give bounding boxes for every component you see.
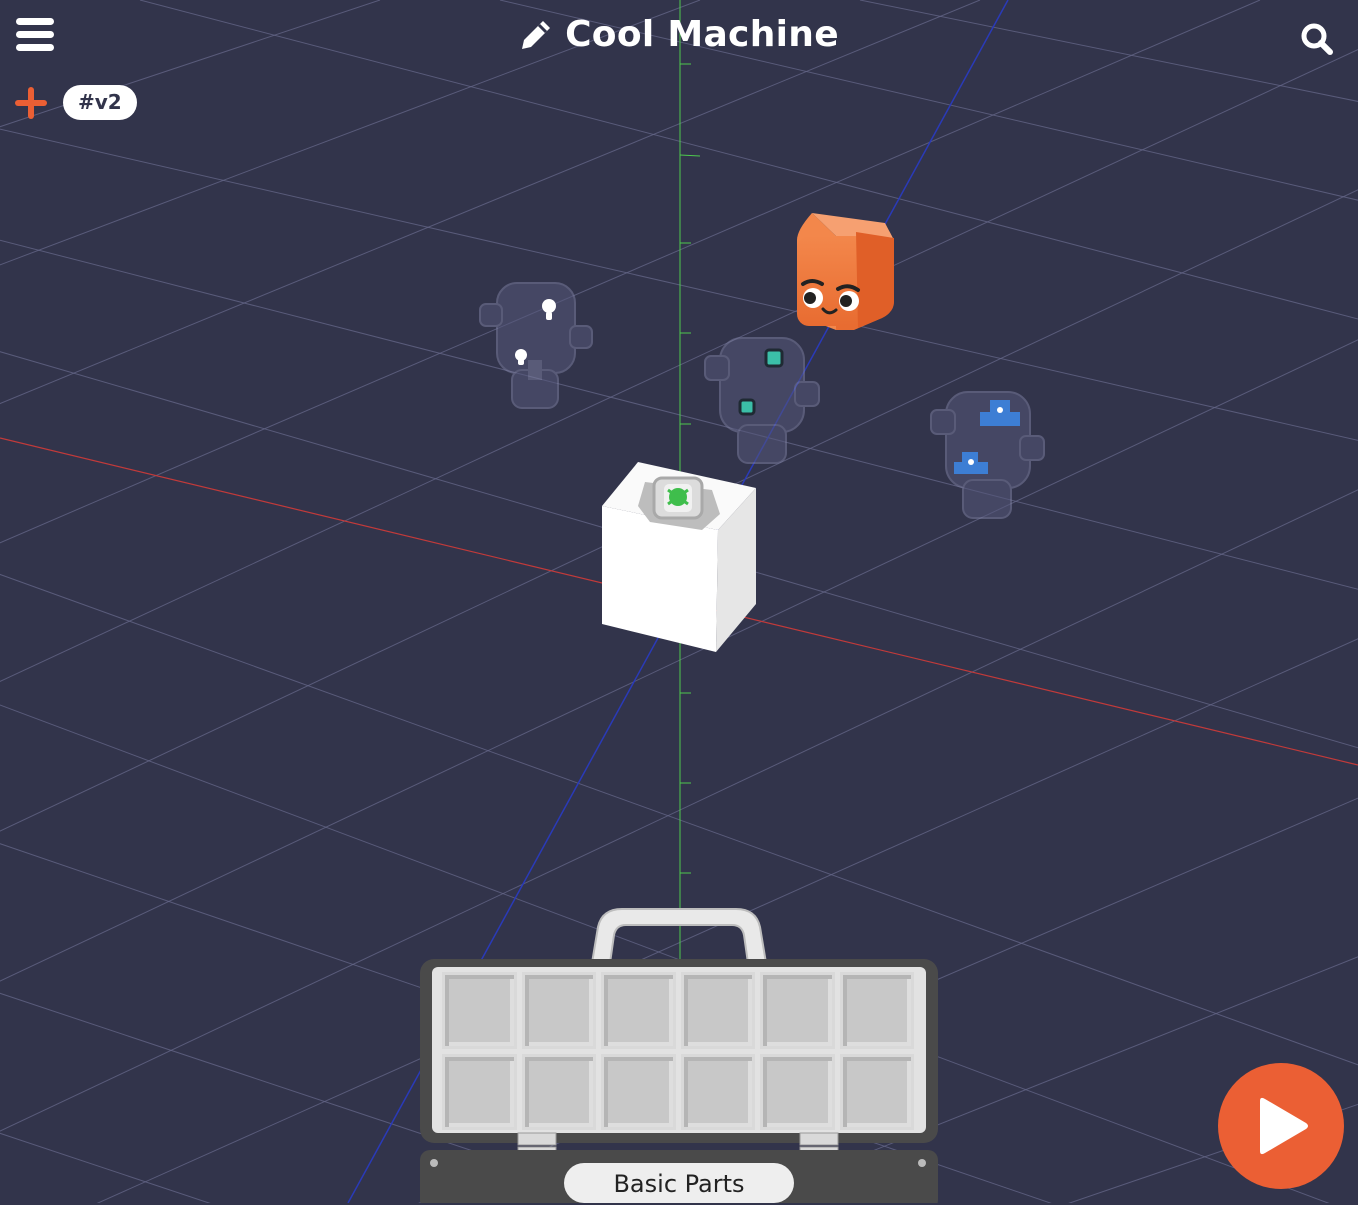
ghost-lightbulb-part bbox=[479, 282, 593, 409]
toolbox-slot[interactable] bbox=[680, 1053, 755, 1130]
toolbox-slot[interactable] bbox=[839, 1053, 914, 1130]
machine-title: Cool Machine bbox=[565, 14, 839, 55]
toolbox-slot[interactable] bbox=[521, 972, 596, 1049]
toolbox-slot[interactable] bbox=[601, 1053, 676, 1130]
hamburger-menu-icon bbox=[16, 18, 54, 25]
main-menu-button[interactable] bbox=[16, 18, 54, 58]
toolbox-category-button[interactable]: Basic Parts bbox=[564, 1163, 794, 1203]
pencil-icon bbox=[522, 20, 551, 49]
toolbox-slot[interactable] bbox=[760, 972, 835, 1049]
play-icon bbox=[1260, 1097, 1308, 1155]
orange-character-block bbox=[797, 213, 894, 330]
add-version-button[interactable] bbox=[14, 86, 48, 120]
ghost-blue-part bbox=[930, 391, 1045, 519]
toolbox-slot[interactable] bbox=[521, 1053, 596, 1130]
toolbox-slot[interactable] bbox=[601, 972, 676, 1049]
machine-title-editor[interactable]: Cool Machine bbox=[519, 14, 839, 55]
toolbox-slot[interactable] bbox=[680, 972, 755, 1049]
parts-toolbox: Basic Parts bbox=[418, 905, 940, 1203]
plus-icon bbox=[15, 87, 47, 119]
toolbox-slot[interactable] bbox=[442, 972, 517, 1049]
toolbox-slot[interactable] bbox=[760, 1053, 835, 1130]
version-tag[interactable]: #v2 bbox=[63, 85, 137, 120]
ghost-teal-part bbox=[704, 337, 820, 464]
play-button[interactable] bbox=[1218, 1063, 1344, 1189]
toolbox-slot[interactable] bbox=[839, 972, 914, 1049]
white-starter-block bbox=[602, 462, 756, 652]
toolbox-slot[interactable] bbox=[442, 1053, 517, 1130]
search-button[interactable] bbox=[1300, 22, 1334, 56]
toolbox-slots bbox=[442, 972, 914, 1130]
search-icon bbox=[1301, 23, 1333, 55]
